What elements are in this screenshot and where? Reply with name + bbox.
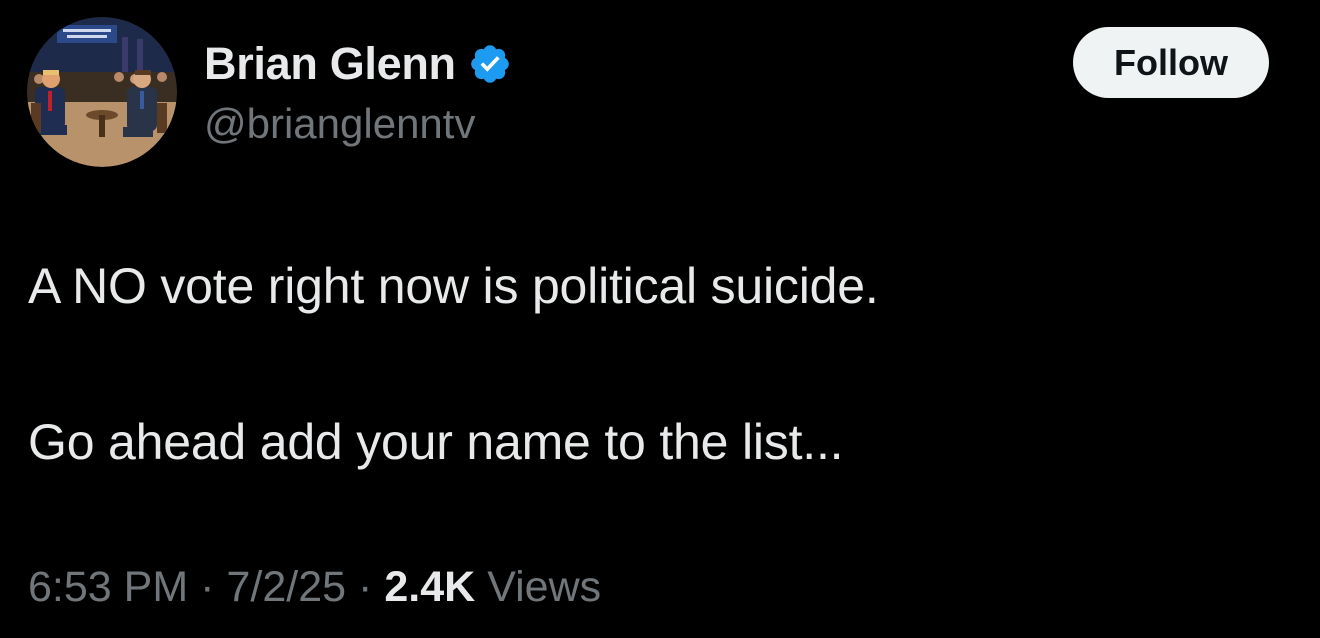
author-display-name[interactable]: Brian Glenn [204, 38, 456, 90]
meta-separator: · [358, 563, 373, 611]
verified-badge-icon [468, 42, 512, 86]
tweet-text-line: Go ahead add your name to the list... [28, 414, 844, 470]
tweet-time[interactable]: 6:53 PM [28, 563, 188, 612]
author-handle[interactable]: @brianglenntv [204, 100, 475, 148]
follow-button[interactable]: Follow [1073, 27, 1269, 98]
views-label: Views [487, 563, 602, 611]
author-name-row: Brian Glenn [204, 36, 512, 92]
meta-separator: · [200, 563, 215, 611]
views-count[interactable]: 2.4K [384, 563, 475, 612]
tweet-text-line: A NO vote right now is political suicide… [28, 258, 879, 314]
tweet-meta: 6:53 PM · 7/2/25 · 2.4K Views [28, 563, 601, 612]
avatar-photo [27, 17, 177, 167]
avatar[interactable] [27, 17, 177, 167]
tweet-date[interactable]: 7/2/25 [226, 563, 346, 612]
